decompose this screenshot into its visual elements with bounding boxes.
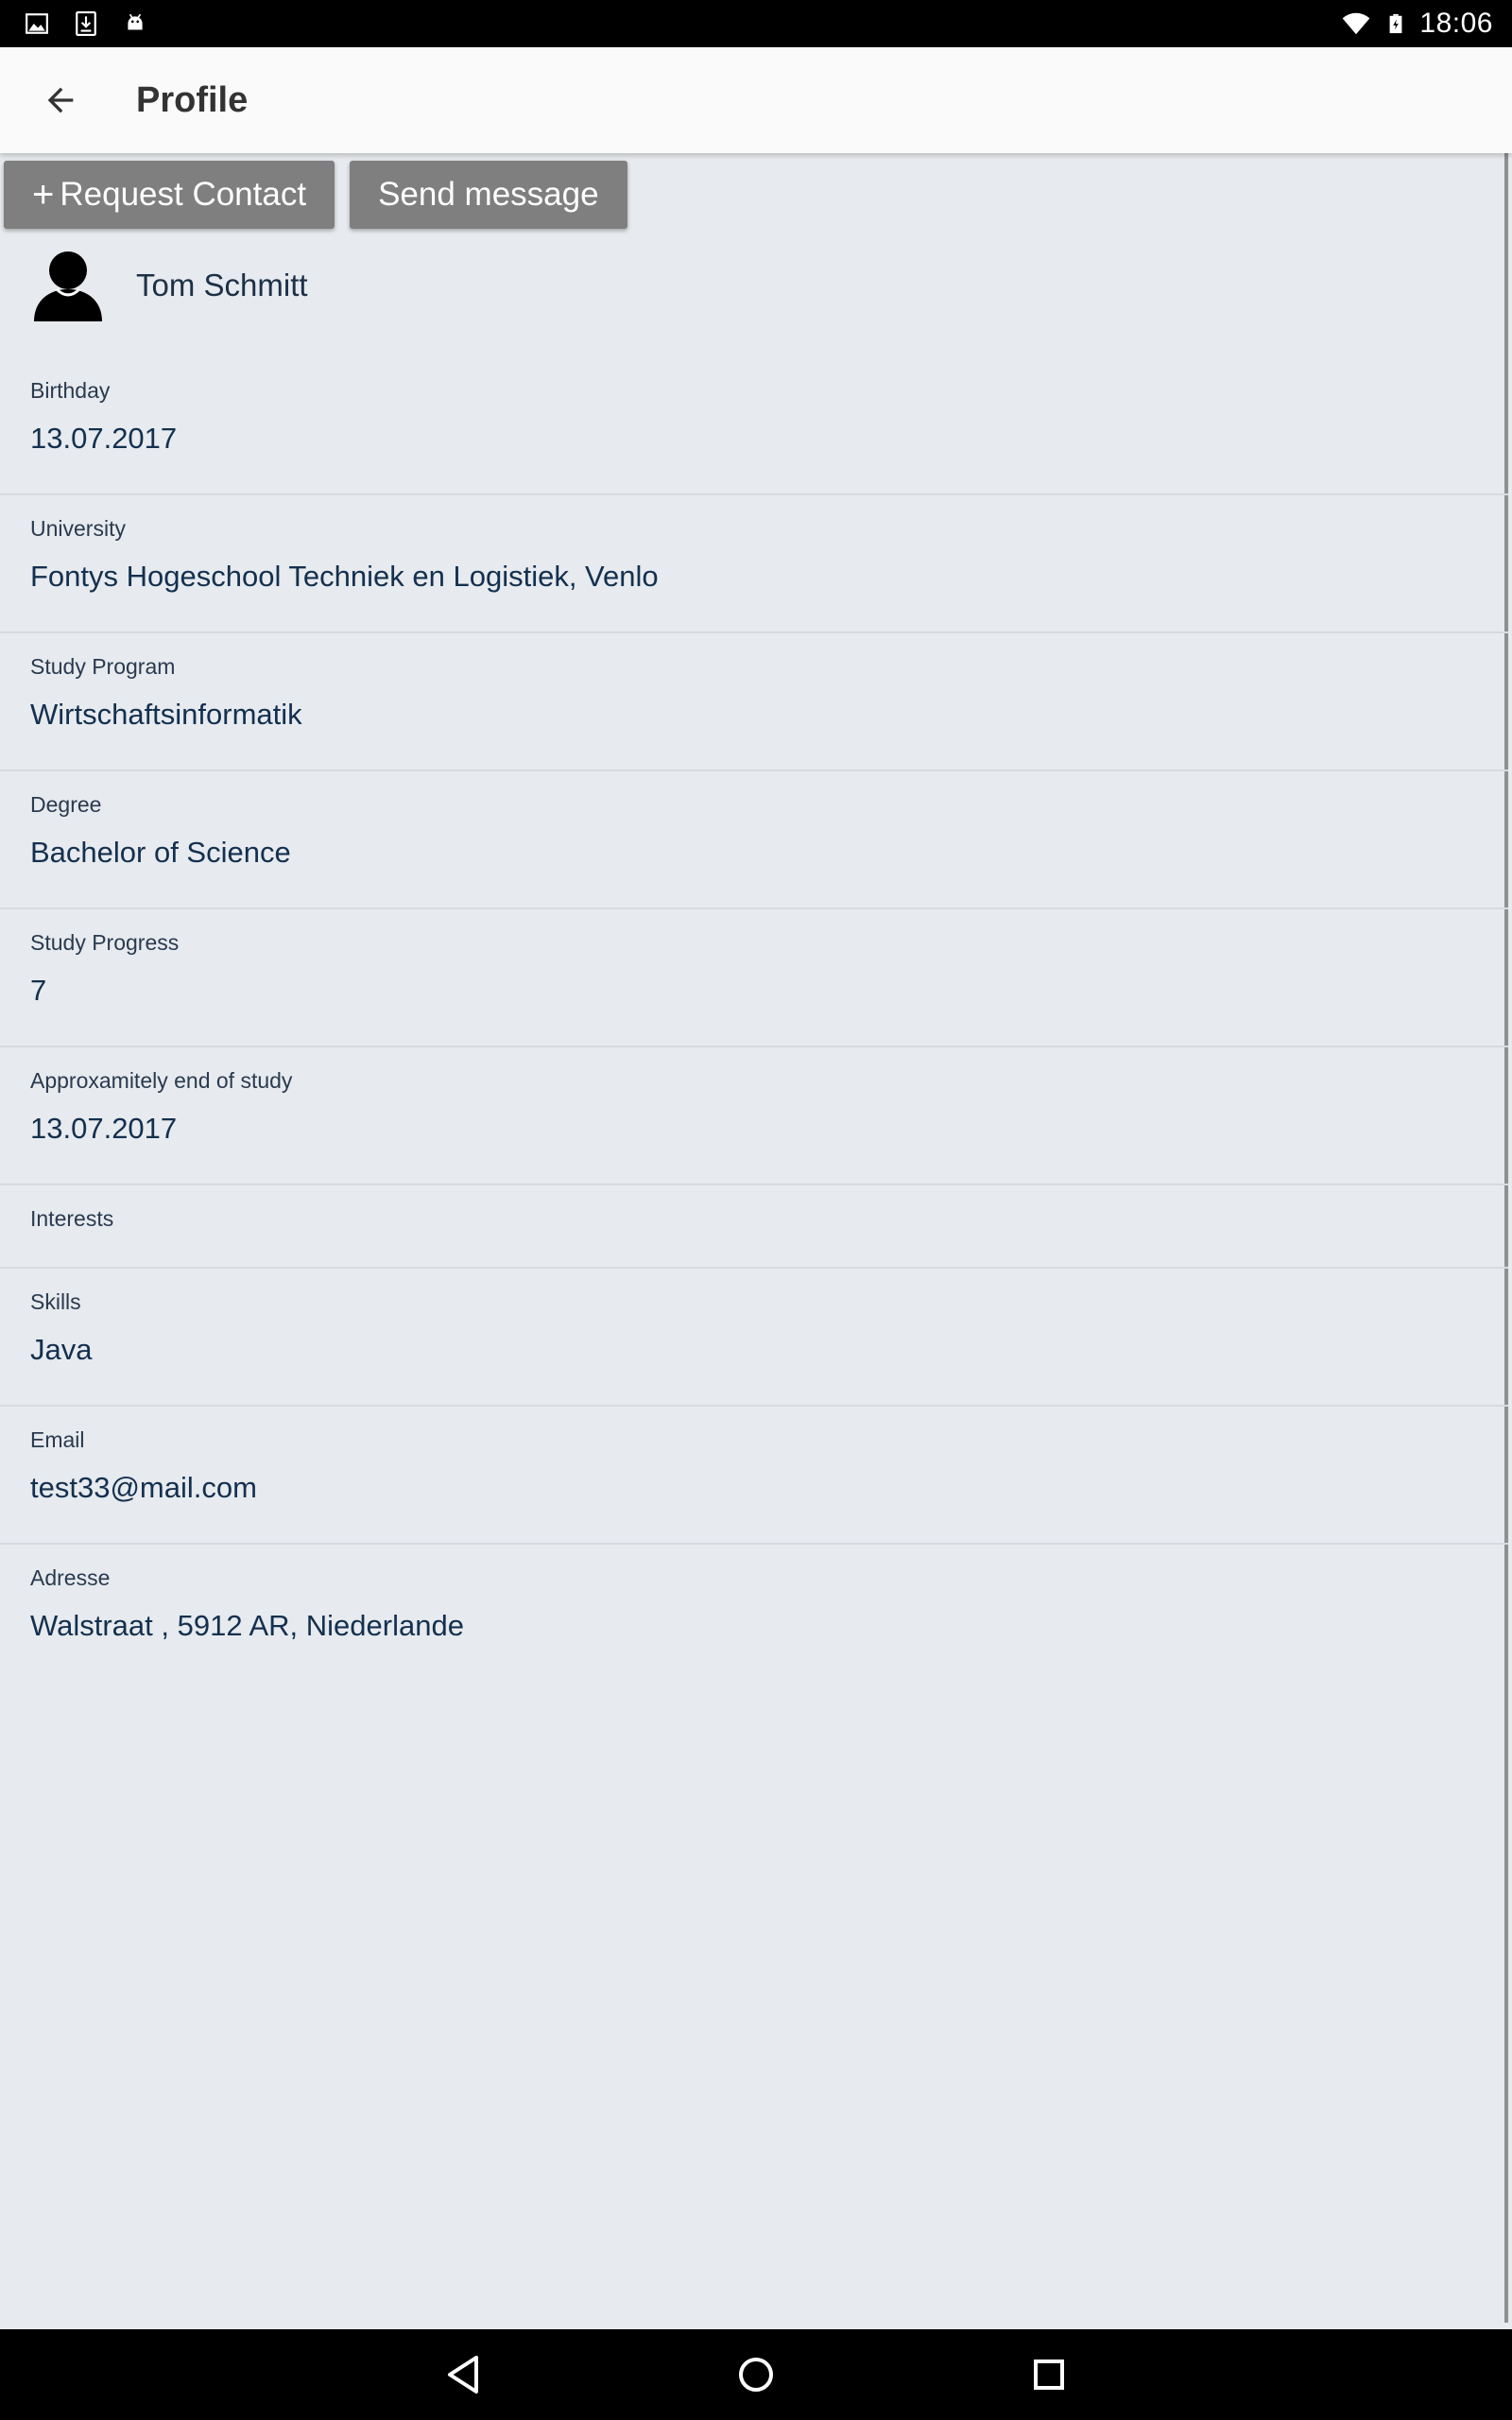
field-label: Degree [30,792,102,817]
field-value: 13.07.2017 [30,422,178,455]
field-end-of-study: Approxamitely end of study 13.07.2017 [0,1047,1508,1185]
field-label: Skills [30,1289,81,1314]
status-bar: 18:06 [0,0,1512,47]
field-label: Study Program [30,654,176,679]
field-label: Email [30,1427,85,1452]
field-value: Java [30,1333,93,1366]
arrow-back-icon [47,87,74,113]
status-right-icons: 18:06 [1340,8,1493,40]
field-value: Walstraat , 5912 AR, Niederlande [30,1609,464,1642]
profile-content[interactable]: + Request Contact Send message Tom Schmi… [0,153,1512,2329]
nav-recents-icon [1034,2360,1064,2390]
field-interests: Interests [0,1185,1508,1269]
nav-home-button[interactable] [728,2346,784,2403]
nav-home-icon [739,2358,773,2392]
send-message-label: Send message [378,176,599,213]
send-message-button[interactable]: Send message [350,161,627,229]
nav-back-button[interactable] [435,2346,491,2403]
field-label: University [30,516,126,541]
request-contact-button[interactable]: + Request Contact [4,161,335,229]
action-buttons: + Request Contact Send message [4,161,627,229]
profile-fields: Birthday 13.07.2017 University Fontys Ho… [0,357,1508,1681]
field-value: 7 [30,974,47,1007]
field-birthday: Birthday 13.07.2017 [0,357,1508,495]
field-address: Adresse Walstraat , 5912 AR, Niederlande [0,1545,1508,1681]
field-university: University Fontys Hogeschool Techniek en… [0,495,1508,633]
field-label: Interests [30,1206,114,1231]
field-label: Birthday [30,378,111,403]
field-email: Email test33@mail.com [0,1407,1508,1545]
request-contact-label: Request Contact [60,176,307,213]
profile-name: Tom Schmitt [136,268,308,302]
field-label: Adresse [30,1565,111,1590]
status-time: 18:06 [1419,8,1493,39]
navigation-bar [0,2329,1512,2420]
nav-recents-button[interactable] [1021,2346,1077,2403]
field-study-program: Study Program Wirtschaftsinformatik [0,633,1508,771]
back-button[interactable] [30,70,91,130]
field-label: Approxamitely end of study [30,1068,293,1093]
field-value: Fontys Hogeschool Techniek en Logistiek,… [30,560,659,593]
field-degree: Degree Bachelor of Science [0,771,1508,909]
person-icon [34,251,102,321]
profile-header: Tom Schmitt [32,244,308,327]
page-title: Profile [136,79,249,120]
field-value: test33@mail.com [30,1471,257,1504]
battery-icon [1390,13,1402,34]
app-bar: Profile [0,47,1512,153]
screen: 18:06 Profile + Request Contact Send mes… [0,0,1512,2420]
field-value: Bachelor of Science [30,836,291,869]
field-value: 13.07.2017 [30,1112,178,1145]
nav-back-icon [448,2356,478,2394]
field-skills: Skills Java [0,1269,1508,1407]
status-left-icons [25,11,147,36]
plus-icon: + [32,174,55,216]
field-study-progress: Study Progress 7 [0,909,1508,1047]
wifi-icon [1343,12,1370,35]
download-icon [76,11,96,36]
image-icon [26,13,48,34]
field-label: Study Progress [30,930,180,955]
field-value: Wirtschaftsinformatik [30,698,302,731]
android-icon [128,13,143,30]
